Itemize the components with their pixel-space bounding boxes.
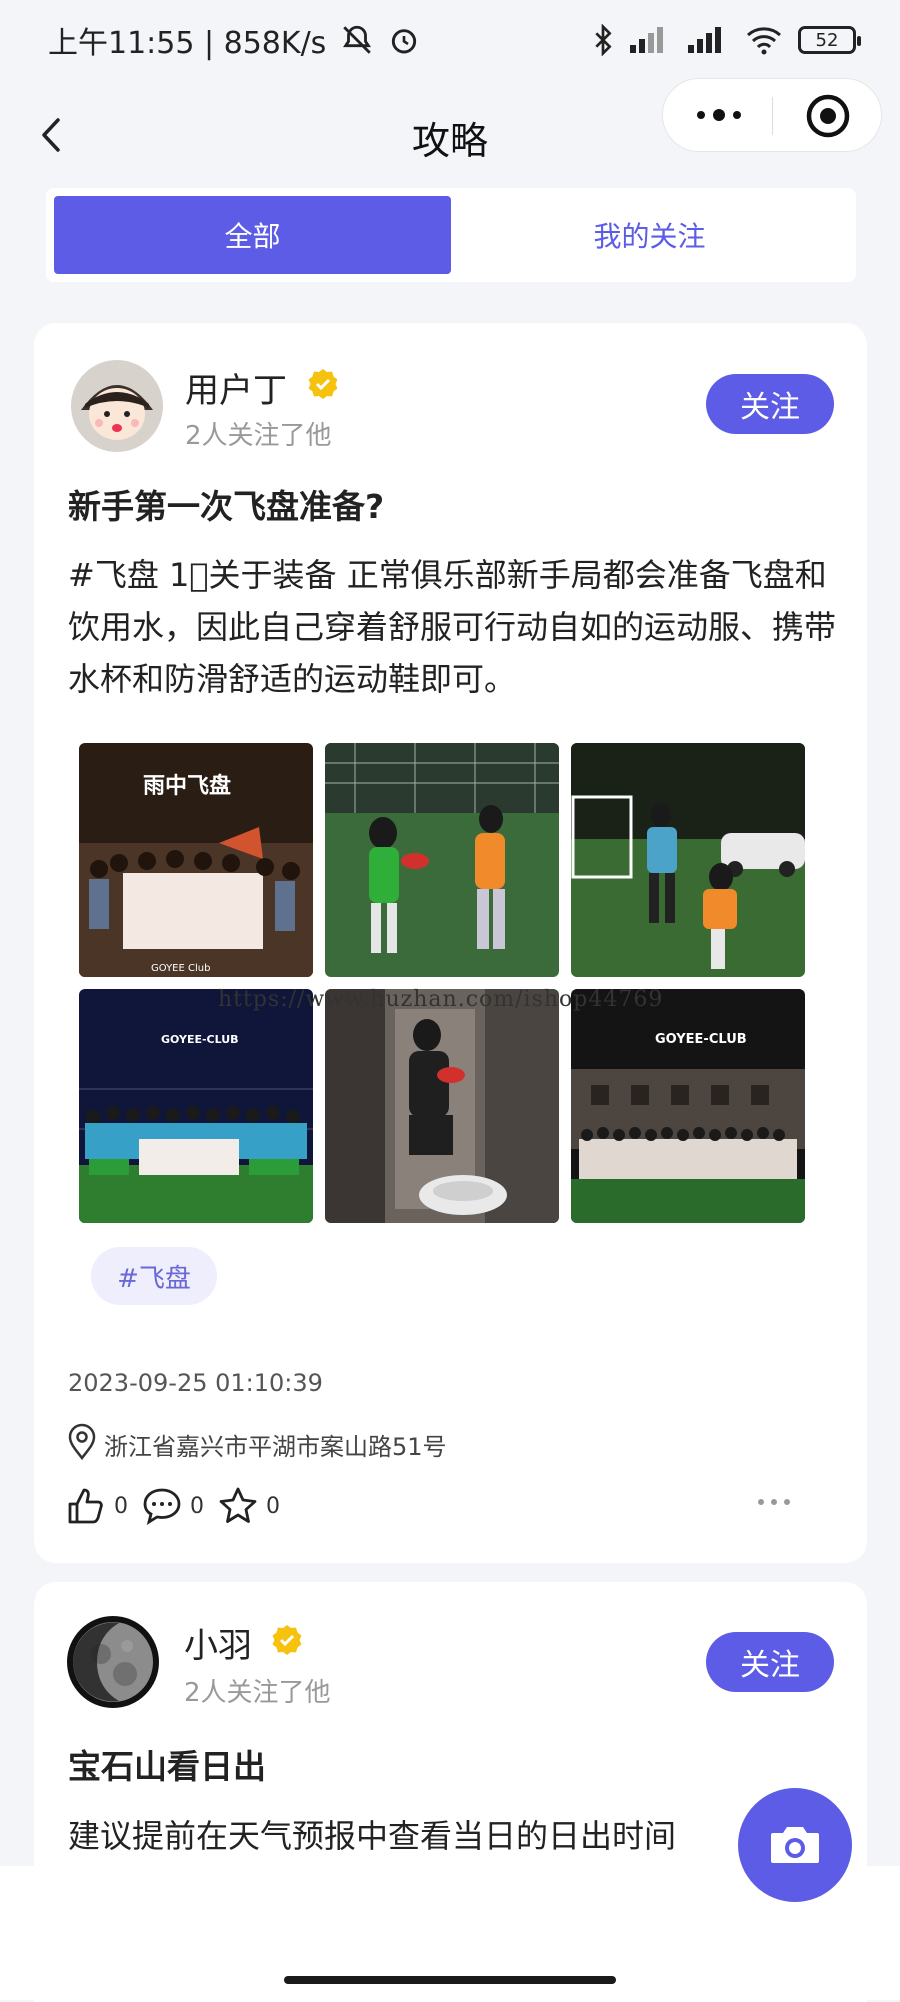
post-actions: 0 0 0 <box>66 1485 294 1527</box>
bluetooth-icon <box>595 24 612 56</box>
close-target-icon[interactable] <box>805 93 851 139</box>
avatar[interactable] <box>67 1616 159 1708</box>
avatar[interactable] <box>71 360 163 452</box>
like-button[interactable]: 0 <box>66 1486 128 1526</box>
follower-count: 2人关注了他 <box>185 421 332 451</box>
comment-icon <box>143 1488 181 1526</box>
wifi-icon <box>747 27 781 55</box>
photo-thumbnail[interactable]: 雨中飞盘 GOYEE Club <box>79 743 313 977</box>
tab-following[interactable]: 我的关注 <box>451 196 848 274</box>
more-options-icon[interactable] <box>756 1495 792 1509</box>
capsule-divider <box>772 97 773 135</box>
tab-bar: 全部 我的关注 <box>46 188 856 282</box>
photo-caption: GOYEE Club <box>151 963 210 974</box>
signal-icon <box>630 27 663 53</box>
photo-caption: 雨中飞盘 <box>143 773 231 799</box>
photo-thumbnail[interactable] <box>325 989 559 1223</box>
comment-count: 0 <box>190 1493 204 1519</box>
like-count: 0 <box>114 1493 128 1519</box>
thumbs-up-icon <box>68 1488 103 1524</box>
verified-badge-icon <box>272 1625 302 1655</box>
photo-thumbnail[interactable] <box>325 743 559 977</box>
username[interactable]: 小羽 <box>184 1618 252 1667</box>
more-icon[interactable] <box>691 95 747 135</box>
photo-thumbnail[interactable]: GOYEE-CLUB <box>79 989 313 1223</box>
follow-button[interactable]: 关注 <box>706 1632 834 1692</box>
battery-icon: 52 <box>798 26 861 54</box>
topic-tag[interactable]: #飞盘 <box>91 1247 217 1305</box>
location-pin-icon <box>68 1423 96 1461</box>
post-title[interactable]: 宝石山看日出 <box>68 1740 266 1788</box>
verified-badge-icon <box>308 369 338 399</box>
photo-thumbnail[interactable] <box>571 743 805 977</box>
post-card[interactable]: 用户丁 2人关注了他 关注 新手第一次飞盘准备? #飞盘 1⃣关于装备 正常俱乐… <box>34 323 867 1563</box>
post-timestamp: 2023-09-25 01:10:39 <box>68 1369 323 1397</box>
favorite-count: 0 <box>266 1493 280 1519</box>
home-indicator[interactable] <box>284 1976 616 1984</box>
battery-level: 52 <box>815 29 839 51</box>
watermark-text: https://www.huzhan.com/ishop44769 <box>218 987 664 1012</box>
status-bar: 上午11:55 | 858K/s 52 <box>0 0 900 80</box>
status-time: 上午11:55 | 858K/s <box>48 26 327 61</box>
alarm-icon <box>392 29 417 54</box>
comment-button[interactable]: 0 <box>142 1486 204 1526</box>
mute-icon <box>343 25 372 54</box>
follow-button[interactable]: 关注 <box>706 374 834 434</box>
photo-caption: GOYEE-CLUB <box>161 1033 239 1046</box>
post-body[interactable]: 建议提前在天气预报中查看当日的日出时间 <box>68 1810 768 1862</box>
camera-post-button[interactable] <box>738 1788 852 1902</box>
photo-thumbnail[interactable]: GOYEE-CLUB <box>571 989 805 1223</box>
post-title[interactable]: 新手第一次飞盘准备? <box>68 480 384 528</box>
tab-all[interactable]: 全部 <box>54 196 451 274</box>
signal-icon-2 <box>688 27 721 53</box>
post-location[interactable]: 浙江省嘉兴市平湖市案山路51号 <box>104 1427 447 1462</box>
star-icon <box>219 1487 257 1523</box>
post-body[interactable]: #飞盘 1⃣关于装备 正常俱乐部新手局都会准备飞盘和饮用水，因此自己穿着舒服可行… <box>68 549 838 705</box>
follower-count: 2人关注了他 <box>184 1678 331 1708</box>
username[interactable]: 用户丁 <box>185 363 287 412</box>
photo-caption: GOYEE-CLUB <box>655 1032 747 1047</box>
favorite-button[interactable]: 0 <box>218 1486 280 1526</box>
mini-program-capsule <box>662 78 882 152</box>
camera-icon <box>771 1827 819 1863</box>
